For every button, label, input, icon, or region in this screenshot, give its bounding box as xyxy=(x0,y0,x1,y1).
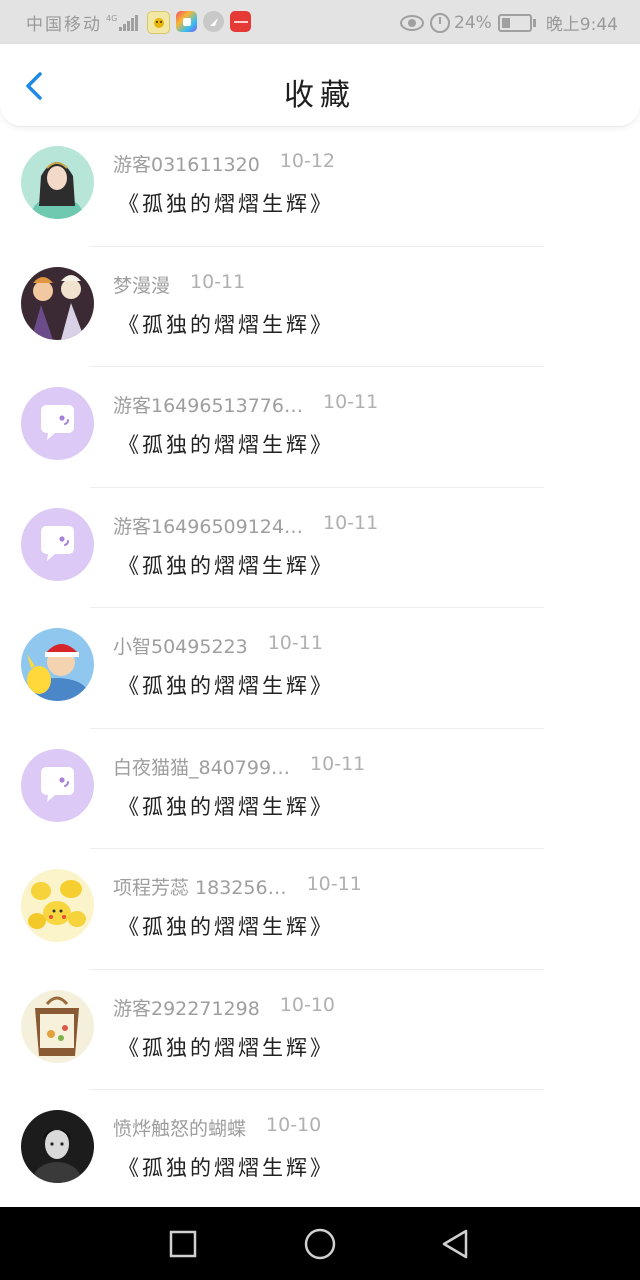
title-bar: 收藏 xyxy=(0,44,640,127)
status-bar: 中国移动 4G 24% 晚上9:44 xyxy=(0,0,640,44)
item-date: 10-11 xyxy=(322,391,379,413)
chat-bubble-icon xyxy=(21,387,94,460)
system-nav-bar xyxy=(0,1207,640,1280)
status-right: 24% 晚上9:44 xyxy=(400,10,618,35)
color-app-icon xyxy=(176,11,198,32)
item-username: 游客16496509124… xyxy=(113,515,303,538)
battery-percent: 24% xyxy=(454,12,492,33)
chat-bubble-icon xyxy=(21,748,94,822)
item-book-title: 《孤独的熠熠生辉》 xyxy=(118,433,334,457)
item-date: 10-12 xyxy=(279,150,336,172)
qq-browser-icon xyxy=(147,11,171,34)
feather-app-icon xyxy=(203,11,225,32)
status-left: 中国移动 4G xyxy=(26,10,257,35)
item-username: 游客031611320 xyxy=(113,154,260,176)
item-date: 10-10 xyxy=(266,1114,322,1136)
item-date: 10-11 xyxy=(310,752,366,775)
list-item[interactable]: 游客031611320 10-12 《孤独的熠熠生辉》 xyxy=(0,126,640,247)
alarm-clock-icon xyxy=(430,12,451,33)
signal-icon xyxy=(119,14,139,31)
avatar xyxy=(21,869,94,942)
network-type: 4G xyxy=(106,13,118,23)
favorites-list: 游客031611320 10-12 《孤独的熠熠生辉》 梦漫漫 10-11 《孤… xyxy=(0,126,640,1207)
item-date: 10-11 xyxy=(190,270,246,293)
avatar xyxy=(21,1110,94,1183)
eye-comfort-icon xyxy=(400,14,425,31)
item-date: 10-10 xyxy=(279,993,336,1016)
item-book-title: 《孤独的熠熠生辉》 xyxy=(118,553,334,578)
back-nav-button[interactable] xyxy=(436,1225,474,1263)
item-book-title: 《孤独的熠熠生辉》 xyxy=(118,312,334,337)
item-username: 白夜猫猫_840799… xyxy=(113,756,291,779)
item-username: 游客292271298 xyxy=(113,997,260,1020)
huawei-app-icon xyxy=(230,11,252,32)
list-item[interactable]: 游客16496509124… 10-11 《孤独的熠熠生辉》 xyxy=(0,488,640,608)
item-username: 愤烨触怒的蝴蝶 xyxy=(113,1118,247,1140)
list-item[interactable]: 梦漫漫 10-11 《孤独的熠熠生辉》 xyxy=(0,247,640,367)
circle-icon xyxy=(304,1228,336,1260)
avatar xyxy=(21,989,94,1063)
item-username: 梦漫漫 xyxy=(113,274,171,297)
item-username: 游客16496513776… xyxy=(113,395,303,417)
item-book-title: 《孤独的熠熠生辉》 xyxy=(118,794,334,819)
item-book-title: 《孤独的熠熠生辉》 xyxy=(118,1035,334,1060)
avatar xyxy=(21,146,94,219)
page-title: 收藏 xyxy=(284,78,356,113)
item-username: 小智50495223 xyxy=(113,636,248,658)
avatar xyxy=(21,628,94,701)
list-item[interactable]: 小智50495223 10-11 《孤独的熠熠生辉》 xyxy=(0,608,640,729)
clock-time: 晚上9:44 xyxy=(545,15,618,35)
item-date: 10-11 xyxy=(322,511,379,534)
item-book-title: 《孤独的熠熠生辉》 xyxy=(118,192,334,216)
item-book-title: 《孤独的熠熠生辉》 xyxy=(118,674,334,698)
list-item[interactable]: 白夜猫猫_840799… 10-11 《孤独的熠熠生辉》 xyxy=(0,729,640,849)
avatar xyxy=(21,266,94,340)
home-button[interactable] xyxy=(301,1225,339,1263)
recent-apps-button[interactable] xyxy=(164,1225,202,1263)
item-book-title: 《孤独的熠熠生辉》 xyxy=(118,1156,334,1180)
item-username: 项程芳蕊 183256… xyxy=(113,877,287,899)
list-item[interactable]: 游客16496513776… 10-11 《孤独的熠熠生辉》 xyxy=(0,367,640,488)
chat-bubble-icon xyxy=(21,507,94,581)
carrier-label: 中国移动 xyxy=(26,15,102,35)
list-item[interactable]: 愤烨触怒的蝴蝶 10-10 《孤独的熠熠生辉》 xyxy=(0,1090,640,1207)
triangle-back-icon xyxy=(442,1229,468,1259)
battery-icon xyxy=(497,13,536,32)
item-date: 10-11 xyxy=(267,632,323,654)
item-book-title: 《孤独的熠熠生辉》 xyxy=(118,915,334,939)
list-item[interactable]: 项程芳蕊 183256… 10-11 《孤独的熠熠生辉》 xyxy=(0,849,640,970)
square-icon xyxy=(169,1230,197,1258)
list-item[interactable]: 游客292271298 10-10 《孤独的熠熠生辉》 xyxy=(0,970,640,1090)
item-date: 10-11 xyxy=(306,873,362,895)
